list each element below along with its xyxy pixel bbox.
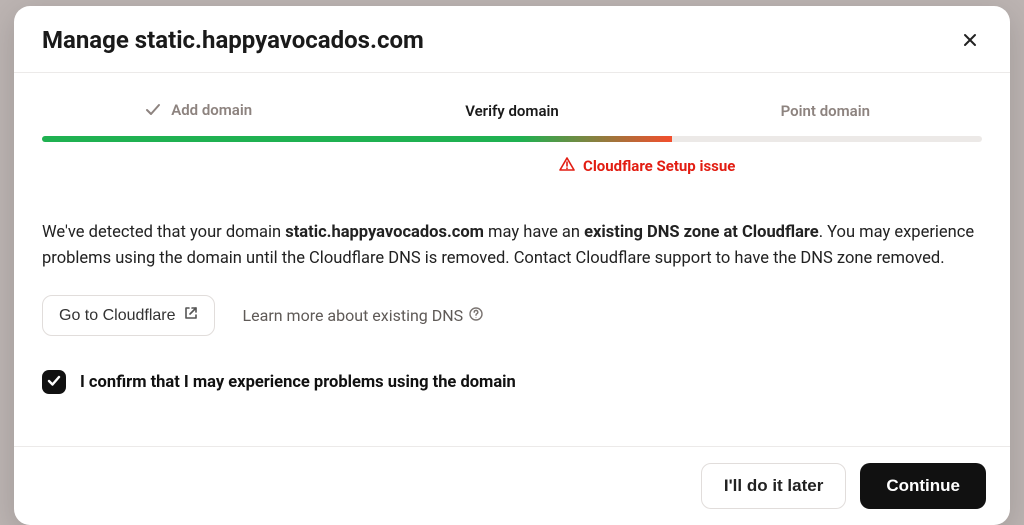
button-label: Go to Cloudflare	[59, 307, 176, 325]
button-label: I'll do it later	[724, 476, 823, 495]
help-icon	[469, 306, 483, 325]
modal-header: Manage static.happyavocados.com	[14, 6, 1010, 73]
progress-warning-gradient	[521, 136, 671, 142]
modal-footer: I'll do it later Continue	[14, 446, 1010, 525]
progress-complete	[42, 136, 521, 142]
manage-domain-modal: Manage static.happyavocados.com Add doma…	[14, 6, 1010, 525]
alert-label: Cloudflare Setup issue	[583, 157, 735, 175]
confirm-label: I confirm that I may experience problems…	[80, 373, 516, 392]
warning-icon	[559, 156, 575, 176]
progress-bar	[42, 136, 982, 142]
external-link-icon	[184, 306, 198, 325]
step-label: Point domain	[781, 102, 870, 120]
button-label: Continue	[886, 476, 960, 495]
cloudflare-alert: Cloudflare Setup issue	[559, 156, 735, 176]
step-verify-domain: Verify domain	[355, 101, 668, 122]
confirm-checkbox[interactable]	[42, 370, 66, 394]
close-icon	[962, 36, 978, 51]
do-it-later-button[interactable]: I'll do it later	[701, 463, 846, 509]
continue-button[interactable]: Continue	[860, 463, 986, 509]
alert-row: Cloudflare Setup issue	[42, 156, 982, 176]
step-add-domain: Add domain	[42, 101, 355, 122]
confirm-row: I confirm that I may experience problems…	[42, 370, 982, 394]
link-label: Learn more about existing DNS	[243, 306, 464, 325]
check-icon	[145, 102, 161, 118]
action-links: Go to Cloudflare Learn more about existi…	[42, 295, 982, 336]
go-to-cloudflare-button[interactable]: Go to Cloudflare	[42, 295, 215, 336]
step-label: Verify domain	[465, 102, 559, 120]
domain-name: static.happyavocados.com	[285, 223, 484, 242]
close-button[interactable]	[958, 28, 982, 52]
warning-paragraph: We've detected that your domain static.h…	[42, 220, 982, 271]
stepper: Add domain Verify domain Point domain	[42, 101, 982, 122]
check-icon	[47, 373, 61, 392]
modal-title: Manage static.happyavocados.com	[42, 26, 424, 54]
learn-more-link[interactable]: Learn more about existing DNS	[243, 306, 484, 325]
step-label: Add domain	[171, 101, 252, 119]
step-point-domain: Point domain	[669, 101, 982, 122]
existing-dns-phrase: existing DNS zone at Cloudflare	[584, 223, 819, 242]
